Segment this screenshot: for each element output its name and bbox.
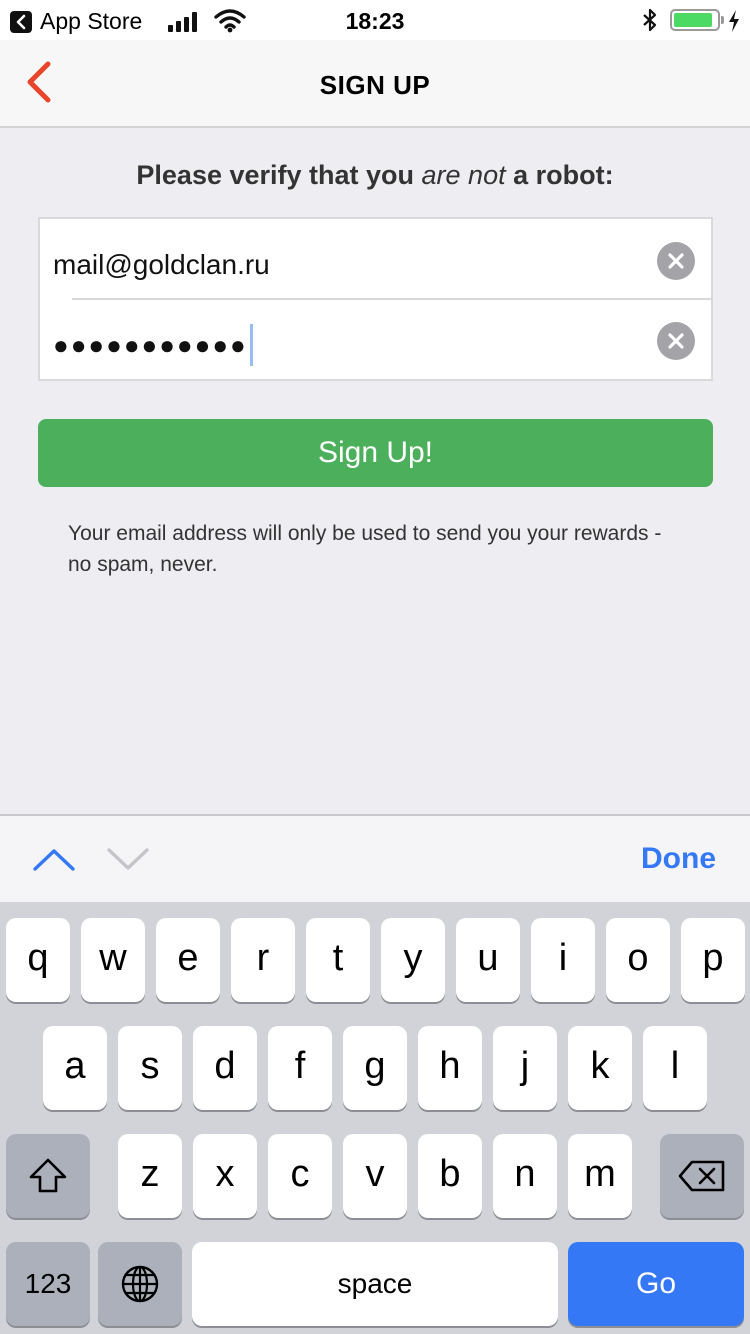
text-cursor <box>249 324 253 366</box>
privacy-note: Your email address will only be used to … <box>68 522 662 576</box>
signup-form: mail@goldclan.ru ●●●●●●●●●●● <box>38 217 713 381</box>
key-x[interactable]: x <box>193 1134 257 1218</box>
backspace-icon <box>678 1160 725 1192</box>
go-key[interactable]: Go <box>568 1242 744 1326</box>
navigation-bar: SIGN UP <box>0 40 750 128</box>
shift-icon <box>29 1158 67 1193</box>
key-k[interactable]: k <box>568 1026 632 1110</box>
key-n[interactable]: n <box>493 1134 557 1218</box>
key-m[interactable]: m <box>568 1134 632 1218</box>
globe-key[interactable] <box>98 1242 182 1326</box>
page-title: SIGN UP <box>319 70 431 100</box>
keyboard-accessory-bar: Done <box>0 814 750 902</box>
heading-text: Please verify that you <box>136 160 422 190</box>
charging-bolt-icon <box>729 10 739 32</box>
password-dots: ●●●●●●●●●●● <box>53 329 248 360</box>
key-p[interactable]: p <box>681 918 745 1002</box>
key-u[interactable]: u <box>456 918 520 1002</box>
battery-level <box>674 13 712 27</box>
key-j[interactable]: j <box>493 1026 557 1110</box>
key-c[interactable]: c <box>268 1134 332 1218</box>
clear-icon <box>668 253 684 269</box>
key-g[interactable]: g <box>343 1026 407 1110</box>
chevron-down-icon[interactable] <box>106 846 150 872</box>
key-b[interactable]: b <box>418 1134 482 1218</box>
key-i[interactable]: i <box>531 918 595 1002</box>
space-key[interactable]: space <box>192 1242 558 1326</box>
done-button[interactable]: Done <box>641 842 716 876</box>
heading-text-end: a robot: <box>505 160 614 190</box>
key-h[interactable]: h <box>418 1026 482 1110</box>
key-o[interactable]: o <box>606 918 670 1002</box>
key-s[interactable]: s <box>118 1026 182 1110</box>
key-e[interactable]: e <box>156 918 220 1002</box>
key-t[interactable]: t <box>306 918 370 1002</box>
clear-email-button[interactable] <box>657 242 695 280</box>
key-z[interactable]: z <box>118 1134 182 1218</box>
bluetooth-icon <box>643 8 657 32</box>
clear-password-button[interactable] <box>657 322 695 360</box>
status-bar: App Store 18:23 <box>0 0 750 40</box>
keyboard: 123 space Go qwertyuiop asdfghjkl zxcvbnm <box>0 902 750 1334</box>
password-value[interactable]: ●●●●●●●●●●● <box>53 324 253 368</box>
clock: 18:23 <box>345 8 405 34</box>
key-d[interactable]: d <box>193 1026 257 1110</box>
sign-up-button[interactable]: Sign Up! <box>38 419 713 487</box>
numbers-key[interactable]: 123 <box>6 1242 90 1326</box>
shift-key[interactable] <box>6 1134 90 1218</box>
key-y[interactable]: y <box>381 918 445 1002</box>
email-field[interactable]: mail@goldclan.ru <box>40 219 711 299</box>
email-value[interactable]: mail@goldclan.ru <box>53 249 270 281</box>
key-w[interactable]: w <box>81 918 145 1002</box>
key-v[interactable]: v <box>343 1134 407 1218</box>
key-a[interactable]: a <box>43 1026 107 1110</box>
password-field[interactable]: ●●●●●●●●●●● <box>40 299 711 379</box>
chevron-up-icon[interactable] <box>32 846 76 872</box>
heading-emphasis: are not <box>421 160 506 190</box>
verify-heading: Please verify that you are not a robot: <box>0 160 750 191</box>
key-l[interactable]: l <box>643 1026 707 1110</box>
globe-icon <box>121 1265 159 1303</box>
battery-icon <box>670 9 720 31</box>
battery-cap <box>721 16 724 24</box>
delete-key[interactable] <box>660 1134 744 1218</box>
clear-icon <box>668 333 684 349</box>
key-q[interactable]: q <box>6 918 70 1002</box>
key-f[interactable]: f <box>268 1026 332 1110</box>
key-r[interactable]: r <box>231 918 295 1002</box>
